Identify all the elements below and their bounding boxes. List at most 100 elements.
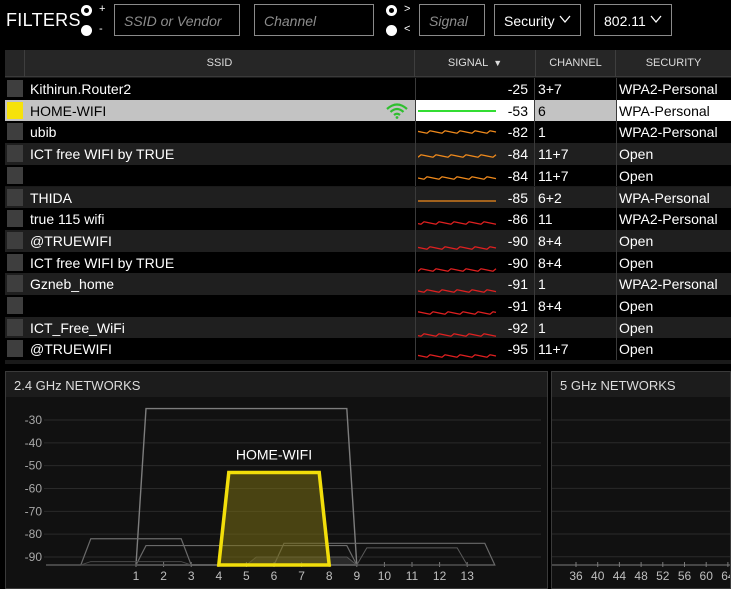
ssid-cell: ICT free WIFI by TRUE bbox=[30, 146, 175, 163]
channel-filter-input[interactable]: Channel bbox=[254, 4, 374, 36]
header-channel-label: CHANNEL bbox=[549, 57, 602, 69]
ssid-cell: true 115 wifi bbox=[30, 211, 105, 228]
signal-filter-input[interactable]: Signal bbox=[419, 4, 485, 36]
signal-cell: -25 bbox=[415, 78, 535, 100]
table-row[interactable]: Kithirun.Router2 -25 3+7 WPA2-Personal bbox=[5, 78, 731, 100]
signal-value: -91 bbox=[507, 298, 528, 314]
color-swatch[interactable] bbox=[7, 231, 23, 249]
signal-sparkline bbox=[418, 199, 496, 202]
channel-cell: 8+4 bbox=[538, 254, 562, 271]
radio-signal-lt[interactable] bbox=[386, 25, 397, 36]
table-row[interactable]: ICT_Free_WiFi -92 1 Open bbox=[5, 316, 731, 339]
y-tick-label: -70 bbox=[25, 504, 43, 518]
x-tick-label: 9 bbox=[353, 569, 360, 583]
signal-sparkline bbox=[418, 245, 497, 250]
ssid-cell: HOME-WIFI bbox=[30, 102, 107, 119]
table-row[interactable]: THIDA -85 6+2 WPA-Personal bbox=[5, 186, 731, 209]
color-swatch[interactable] bbox=[7, 318, 23, 336]
x-tick-label: 11 bbox=[406, 569, 419, 583]
y-tick-label: -90 bbox=[25, 550, 43, 564]
radio-signal-gt[interactable] bbox=[386, 5, 397, 16]
signal-value: -85 bbox=[507, 189, 528, 206]
panel-24ghz-title: 2.4 GHz NETWORKS bbox=[6, 372, 547, 397]
x-tick-label: 12 bbox=[433, 569, 447, 583]
x-tick-label: 36 bbox=[569, 569, 583, 583]
plus-label: + bbox=[99, 3, 106, 15]
ssid-cell bbox=[30, 165, 415, 187]
x-tick-label: 60 bbox=[700, 569, 714, 583]
channel-cell: 8+4 bbox=[538, 232, 562, 249]
signal-cell: -82 bbox=[415, 121, 535, 144]
table-row[interactable]: HOME-WIFI -53 6 WPA-Personal bbox=[5, 99, 731, 122]
signal-value: -90 bbox=[507, 232, 528, 249]
panel-5ghz: 5 GHz NETWORKS 36 40 44 48 52 56 60 64 bbox=[551, 371, 731, 589]
ssid-cell: ICT free WIFI by TRUE bbox=[30, 254, 175, 271]
chevron-down-icon bbox=[650, 12, 662, 29]
signal-cell: -85 bbox=[415, 186, 535, 209]
table-row[interactable]: ICT free WIFI by TRUE -84 11+7 Open bbox=[5, 143, 731, 165]
radio-include[interactable] bbox=[81, 5, 92, 16]
security-dropdown[interactable]: Security bbox=[494, 4, 581, 36]
panel-5ghz-title: 5 GHz NETWORKS bbox=[552, 372, 730, 397]
signal-trace bbox=[418, 267, 497, 272]
highlighted-network-label: HOME-WIFI bbox=[236, 447, 312, 463]
table-row[interactable]: true 115 wifi -86 11 WPA2-Personal bbox=[5, 208, 731, 230]
color-swatch[interactable] bbox=[7, 297, 23, 314]
ssid-cell: Kithirun.Router2 bbox=[30, 81, 132, 97]
gt-label: > bbox=[404, 3, 411, 15]
color-swatch[interactable] bbox=[7, 340, 23, 358]
graph-24ghz: -30-40-50-60-70-80-901 2 3 4 5 6 7 8 9 10 11 12 13HO… bbox=[25, 407, 541, 583]
color-swatch[interactable] bbox=[7, 253, 23, 271]
header-signal-label: SIGNAL bbox=[447, 57, 489, 69]
channel-cell: 8+4 bbox=[538, 298, 562, 314]
header-ssid[interactable]: SSID bbox=[25, 50, 415, 77]
color-swatch[interactable] bbox=[7, 166, 23, 184]
table-row[interactable]: @TRUEWIFI -90 8+4 Open bbox=[5, 229, 731, 252]
signal-value: -84 bbox=[507, 146, 528, 163]
y-tick-label: -80 bbox=[25, 527, 43, 541]
color-swatch[interactable] bbox=[7, 275, 23, 293]
filters-title: FILTERS bbox=[6, 10, 81, 30]
x-tick-label: 2 bbox=[160, 569, 167, 583]
security-cell: Open bbox=[616, 338, 731, 361]
channel-cell: 1 bbox=[538, 276, 546, 293]
signal-value: -91 bbox=[507, 276, 528, 293]
ssid-filter-input[interactable]: SSID or Vendor bbox=[114, 4, 240, 36]
signal-sparkline bbox=[418, 354, 497, 359]
x-tick-label: 64 bbox=[721, 569, 730, 583]
table-row[interactable]: @TRUEWIFI -95 11+7 Open bbox=[5, 338, 731, 361]
table-row[interactable]: Gzneb_home -91 1 WPA2-Personal bbox=[5, 273, 731, 295]
radio-exclude[interactable] bbox=[81, 25, 92, 36]
standard-dropdown[interactable]: 802.11 bbox=[594, 4, 672, 36]
network-table: SSID SIGNAL ▼ CHANNEL SECURITY Kithirun.R… bbox=[5, 50, 731, 364]
signal-trace bbox=[418, 130, 497, 135]
signal-sparkline bbox=[418, 109, 496, 112]
table-row[interactable]: ICT free WIFI by TRUE -90 8+4 Open bbox=[5, 251, 731, 274]
chevron-down-icon bbox=[559, 12, 571, 29]
ssid-cell: ICT_Free_WiFi bbox=[30, 319, 125, 336]
signal-trace bbox=[418, 354, 497, 359]
signal-cell: -53 bbox=[415, 99, 535, 122]
color-swatch[interactable] bbox=[7, 188, 23, 206]
header-channel[interactable]: CHANNEL bbox=[536, 50, 616, 77]
color-swatch[interactable] bbox=[7, 80, 23, 97]
signal-value: -86 bbox=[507, 211, 528, 228]
color-swatch[interactable] bbox=[7, 145, 23, 163]
security-cell: WPA-Personal bbox=[616, 99, 731, 122]
color-swatch[interactable] bbox=[7, 210, 23, 228]
minus-label: - bbox=[99, 23, 103, 35]
table-row[interactable]: ubib -82 1 WPA2-Personal bbox=[5, 121, 731, 144]
header-security[interactable]: SECURITY bbox=[616, 50, 731, 77]
signal-value: -53 bbox=[507, 102, 528, 119]
channel-cell: 6+2 bbox=[538, 189, 562, 206]
header-signal[interactable]: SIGNAL ▼ bbox=[415, 50, 536, 77]
graph-5ghz: 36 40 44 48 52 56 60 64 bbox=[552, 419, 730, 583]
table-row[interactable]: -91 8+4 Open bbox=[5, 295, 731, 317]
signal-cell: -91 bbox=[415, 295, 535, 317]
table-row[interactable]: -84 11+7 Open bbox=[5, 164, 731, 187]
signal-sparkline bbox=[418, 221, 497, 226]
color-swatch[interactable] bbox=[7, 101, 23, 119]
security-cell: WPA2-Personal bbox=[616, 78, 731, 100]
channel-cell: 6 bbox=[538, 102, 546, 119]
color-swatch[interactable] bbox=[7, 123, 23, 141]
